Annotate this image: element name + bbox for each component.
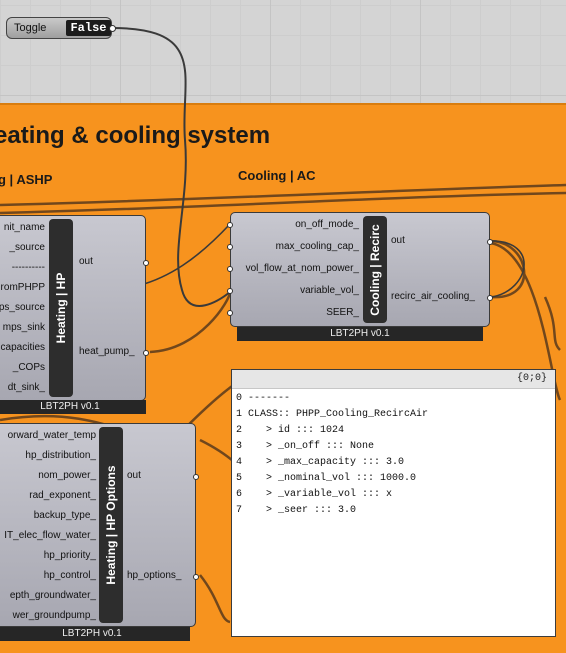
input-param[interactable]: _source bbox=[9, 242, 45, 253]
input-grip[interactable] bbox=[227, 288, 233, 294]
heating-hp-footer: LBT2PH v0.1 bbox=[0, 400, 146, 414]
input-param[interactable]: vol_flow_at_nom_power_ bbox=[246, 263, 359, 274]
input-param[interactable]: backup_type_ bbox=[34, 510, 96, 521]
input-param[interactable]: hp_priority_ bbox=[44, 550, 96, 561]
output-grip[interactable] bbox=[487, 239, 493, 245]
input-grip[interactable] bbox=[227, 244, 233, 250]
cooling-recirc-footer: LBT2PH v0.1 bbox=[237, 327, 483, 341]
cooling-recirc-title: Cooling | Recirc bbox=[368, 223, 382, 316]
output-param[interactable]: out bbox=[127, 470, 141, 481]
input-param[interactable]: hp_distribution_ bbox=[25, 450, 96, 461]
toggle-label: Toggle bbox=[14, 22, 47, 34]
panel-row: 5 > _nominal_vol ::: 1000.0 bbox=[236, 473, 417, 484]
input-grip[interactable] bbox=[227, 310, 233, 316]
input-grip[interactable] bbox=[227, 222, 233, 228]
input-param[interactable]: epth_groundwater_ bbox=[10, 590, 96, 601]
input-param[interactable]: mps_sink bbox=[3, 322, 45, 333]
output-param[interactable]: recirc_air_cooling_ bbox=[391, 291, 475, 302]
input-param[interactable]: rad_exponent_ bbox=[29, 490, 96, 501]
input-param[interactable]: nit_name bbox=[4, 222, 45, 233]
panel-row: 3 > _on_off ::: None bbox=[236, 441, 375, 452]
heating-hp-title-bar[interactable]: Heating | HP bbox=[49, 219, 73, 397]
heating-hp-options-title: Heating | HP Options bbox=[104, 465, 118, 585]
heating-hp-options-inputs: orward_water_temp hp_distribution_ nom_p… bbox=[0, 424, 96, 628]
heating-hp-inputs: nit_name _source ---------- romPHPP ps_s… bbox=[0, 216, 45, 402]
panel-component[interactable]: {0;0} 0 ------- 1 CLASS:: PHPP_Cooling_Rec… bbox=[231, 369, 556, 637]
input-param[interactable]: SEER_ bbox=[326, 307, 359, 318]
input-param[interactable]: hp_control_ bbox=[44, 570, 96, 581]
input-param[interactable]: orward_water_temp bbox=[8, 430, 96, 441]
heating-hp-options-component[interactable]: orward_water_temp hp_distribution_ nom_p… bbox=[0, 423, 199, 628]
output-grip[interactable] bbox=[193, 474, 199, 480]
output-param[interactable]: out bbox=[79, 256, 93, 267]
cooling-recirc-title-bar[interactable]: Cooling | Recirc bbox=[363, 216, 387, 323]
toggle-value[interactable]: False bbox=[66, 20, 111, 36]
panel-header: {0;0} bbox=[232, 370, 555, 389]
input-param[interactable]: max_cooling_cap_ bbox=[276, 241, 359, 252]
panel-row: 1 CLASS:: PHPP_Cooling_RecircAir bbox=[236, 409, 429, 420]
heating-hp-outputs: out heat_pump_ bbox=[77, 216, 143, 402]
output-param[interactable]: hp_options_ bbox=[127, 570, 182, 581]
input-grip[interactable] bbox=[227, 266, 233, 272]
cooling-recirc-outputs: out recirc_air_cooling_ bbox=[391, 213, 487, 328]
input-param[interactable]: IT_elec_flow_water_ bbox=[4, 530, 96, 541]
input-param[interactable]: ---------- bbox=[12, 262, 45, 273]
panel-row: 2 > id ::: 1024 bbox=[236, 425, 345, 436]
output-param[interactable]: out bbox=[391, 235, 405, 246]
input-param[interactable]: on_off_mode_ bbox=[295, 219, 359, 230]
heating-hp-title: Heating | HP bbox=[54, 272, 68, 344]
toggle-component[interactable]: Toggle False bbox=[6, 17, 116, 39]
toggle-output-grip[interactable] bbox=[109, 25, 116, 32]
input-param[interactable]: romPHPP bbox=[1, 282, 45, 293]
heating-hp-component[interactable]: nit_name _source ---------- romPHPP ps_s… bbox=[0, 215, 149, 402]
input-param[interactable]: capacities bbox=[1, 342, 45, 353]
panel-rows: 0 ------- 1 CLASS:: PHPP_Cooling_RecircAir… bbox=[232, 390, 555, 518]
input-param[interactable]: dt_sink_ bbox=[8, 382, 45, 393]
panel-path: {0;0} bbox=[516, 373, 547, 384]
output-param[interactable]: heat_pump_ bbox=[79, 346, 135, 357]
panel-row: 7 > _seer ::: 3.0 bbox=[236, 505, 357, 516]
input-param[interactable]: wer_groundpump_ bbox=[13, 610, 96, 621]
output-grip[interactable] bbox=[487, 295, 493, 301]
input-param[interactable]: nom_power_ bbox=[38, 470, 96, 481]
input-param[interactable]: variable_vol_ bbox=[300, 285, 359, 296]
input-param[interactable]: ps_source bbox=[0, 302, 45, 313]
cooling-recirc-inputs: on_off_mode_ max_cooling_cap_ vol_flow_a… bbox=[231, 213, 359, 328]
panel-row: 4 > _max_capacity ::: 3.0 bbox=[236, 457, 405, 468]
heating-hp-options-footer: LBT2PH v0.1 bbox=[0, 627, 190, 641]
heating-hp-options-outputs: out hp_options_ bbox=[127, 424, 193, 628]
output-grip[interactable] bbox=[143, 260, 149, 266]
panel-row: 6 > _variable_vol ::: x bbox=[236, 489, 393, 500]
input-param[interactable]: _COPs bbox=[13, 362, 45, 373]
cooling-recirc-component[interactable]: on_off_mode_ max_cooling_cap_ vol_flow_a… bbox=[227, 212, 493, 328]
output-grip[interactable] bbox=[143, 350, 149, 356]
heating-hp-options-title-bar[interactable]: Heating | HP Options bbox=[99, 427, 123, 623]
output-grip[interactable] bbox=[193, 574, 199, 580]
panel-row: 0 ------- bbox=[236, 393, 291, 404]
